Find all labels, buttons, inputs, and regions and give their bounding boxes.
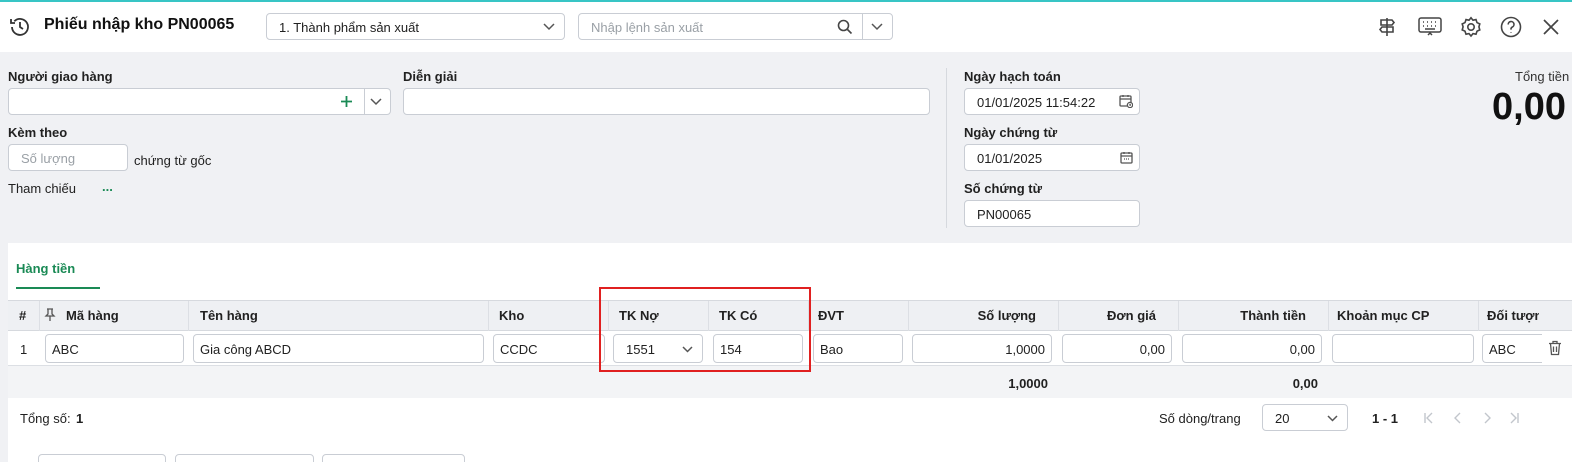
total-count-label: Tổng số: (20, 411, 71, 426)
description-label: Diễn giải (403, 69, 458, 84)
unit-input[interactable]: Bao (813, 334, 903, 363)
amount-input[interactable]: 0,00 (1182, 334, 1322, 363)
total-label: Tổng tiền (1515, 69, 1570, 84)
col-header-item-code[interactable]: Mã hàng (66, 308, 119, 323)
highlight-box (599, 287, 811, 372)
search-icon[interactable] (837, 19, 853, 35)
voucher-no-field[interactable]: PN00065 (964, 200, 1140, 227)
rows-per-page-label: Số dòng/trang (1159, 411, 1241, 426)
close-icon[interactable] (1542, 18, 1560, 36)
col-header-index: # (19, 308, 27, 323)
chevron-down-icon[interactable] (370, 98, 382, 106)
trash-icon[interactable] (1548, 340, 1562, 356)
reference-label: Tham chiếu (8, 181, 76, 196)
warehouse-value: CCDC (500, 342, 538, 357)
production-order-field[interactable]: Nhập lệnh sản xuất (578, 13, 893, 40)
expense-item-input[interactable] (1332, 334, 1474, 363)
item-code-input[interactable]: ABC (45, 334, 184, 363)
row-index: 1 (20, 342, 28, 357)
col-header-unit-price[interactable]: Đơn giá (1058, 308, 1156, 323)
voucher-no-value: PN00065 (977, 207, 1032, 222)
col-header-item-name[interactable]: Tên hàng (200, 308, 258, 323)
field-divider (862, 14, 863, 39)
bottom-button[interactable] (175, 454, 314, 462)
voucher-type-select[interactable]: 1. Thành phẩm sản xuất (266, 13, 565, 40)
attach-quantity-placeholder: Số lượng (21, 151, 76, 166)
col-header-amount[interactable]: Thành tiền (1178, 308, 1306, 323)
item-name-input[interactable]: Gia công ABCD (193, 334, 484, 363)
help-icon[interactable] (1500, 16, 1522, 38)
first-page-icon[interactable] (1423, 412, 1435, 424)
object-input[interactable]: ABC (1482, 334, 1542, 363)
description-field[interactable] (403, 88, 930, 115)
last-page-icon[interactable] (1508, 412, 1520, 424)
quantity-value: 1,0000 (1005, 342, 1045, 357)
next-page-icon[interactable] (1482, 412, 1492, 424)
attach-suffix: chứng từ gốc (134, 153, 212, 168)
production-order-placeholder: Nhập lệnh sản xuất (591, 20, 704, 35)
bottom-button[interactable] (38, 454, 166, 462)
tab-hang-tien[interactable]: Hàng tiền (16, 261, 75, 276)
voucher-date-label: Ngày chứng từ (964, 125, 1058, 140)
signpost-icon[interactable] (1376, 16, 1398, 38)
form-divider (946, 68, 947, 228)
unit-price-input[interactable]: 0,00 (1062, 334, 1172, 363)
rows-per-page-value: 20 (1275, 411, 1290, 426)
voucher-date-field[interactable]: 01/01/2025 (964, 144, 1140, 171)
col-header-object[interactable]: Đối tượng (1487, 308, 1539, 323)
chevron-down-icon[interactable] (871, 23, 883, 31)
voucher-no-label: Số chứng từ (964, 181, 1043, 196)
attach-quantity-field[interactable]: Số lượng (8, 144, 128, 171)
amount-value: 0,00 (1289, 342, 1315, 357)
deliverer-field[interactable] (8, 88, 391, 115)
reference-link[interactable]: ... (102, 179, 113, 194)
field-divider (364, 89, 365, 114)
total-value: 0,00 (1492, 86, 1566, 128)
quantity-input[interactable]: 1,0000 (912, 334, 1052, 363)
active-tab-indicator (16, 287, 100, 289)
add-icon[interactable] (340, 95, 353, 108)
chevron-down-icon (543, 23, 555, 31)
unit-price-value: 0,00 (1139, 342, 1165, 357)
item-name-value: Gia công ABCD (200, 342, 292, 357)
attach-label: Kèm theo (8, 125, 68, 140)
col-header-expense-item[interactable]: Khoản mục CP (1337, 308, 1429, 323)
voucher-date-value: 01/01/2025 (977, 151, 1043, 166)
rows-per-page-select[interactable]: 20 (1262, 404, 1348, 431)
bottom-button[interactable] (322, 454, 465, 462)
calendar-icon[interactable] (1120, 151, 1133, 164)
total-quantity: 1,0000 (1008, 376, 1048, 391)
page-title: Phiếu nhập kho PN00065 (44, 16, 235, 33)
object-value: ABC (1489, 342, 1516, 357)
gear-icon[interactable] (1460, 16, 1482, 38)
prev-page-icon[interactable] (1453, 412, 1463, 424)
col-header-warehouse[interactable]: Kho (499, 308, 524, 323)
pin-icon[interactable] (44, 308, 56, 322)
col-header-unit[interactable]: ĐVT (818, 308, 844, 323)
col-header-quantity[interactable]: Số lượng (908, 308, 1036, 323)
posting-date-value: 01/01/2025 11:54:22 (977, 95, 1096, 110)
deliverer-label: Người giao hàng (8, 69, 113, 84)
posting-date-label: Ngày hạch toán (964, 69, 1061, 84)
warehouse-input[interactable]: CCDC (493, 334, 605, 363)
item-code-value: ABC (52, 342, 79, 357)
page-range: 1 - 1 (1372, 411, 1399, 426)
unit-value: Bao (820, 342, 844, 357)
chevron-down-icon (1327, 415, 1338, 422)
keyboard-icon[interactable] (1418, 17, 1442, 37)
calendar-clock-icon[interactable] (1119, 94, 1133, 108)
posting-date-field[interactable]: 01/01/2025 11:54:22 (964, 88, 1140, 115)
history-icon[interactable] (8, 15, 32, 39)
total-amount: 0,00 (1292, 376, 1318, 391)
voucher-type-value: 1. Thành phẩm sản xuất (279, 20, 419, 35)
total-count-value: 1 (76, 411, 84, 426)
